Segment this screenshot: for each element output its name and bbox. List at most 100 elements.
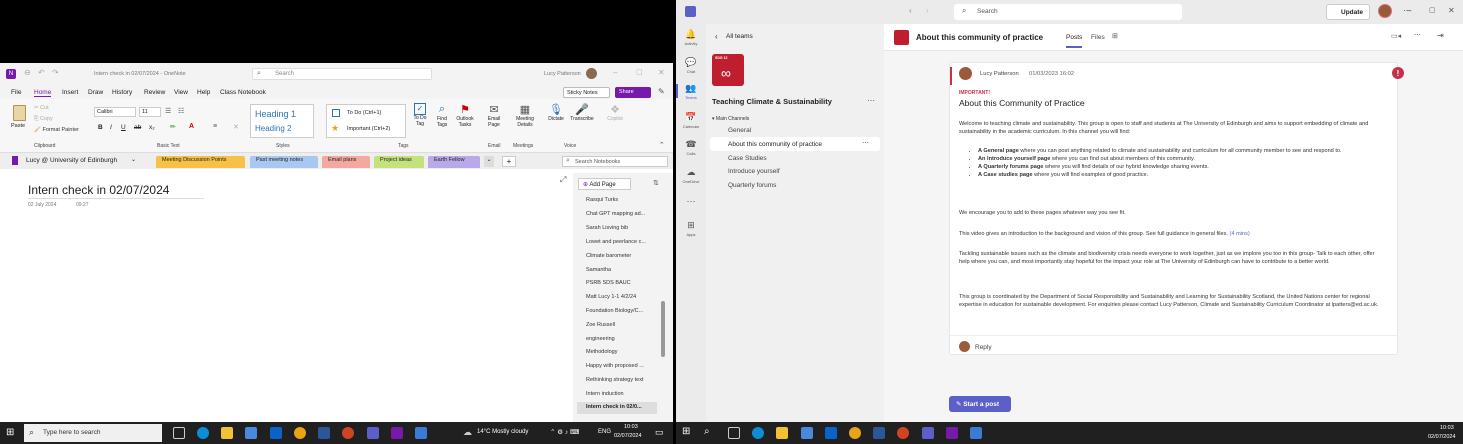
channel-more-icon[interactable]: ⋯	[862, 139, 869, 147]
clear-format-icon[interactable]: ✕	[233, 123, 239, 131]
maximize-icon[interactable]: ▢	[636, 68, 643, 76]
font-size-box[interactable]: 11	[139, 107, 161, 117]
email-page-button[interactable]: ✉ Email Page	[483, 103, 505, 128]
rail-onedrive[interactable]: ☁ OneDrive	[676, 167, 706, 184]
powerpoint-icon[interactable]	[342, 427, 354, 439]
taskbar-search-box[interactable]: ⌕ Type here to search	[24, 424, 162, 442]
list-item[interactable]: Intern induction	[586, 391, 651, 397]
expand-pane-icon[interactable]: ⇥	[1437, 31, 1444, 40]
format-painter-button[interactable]: 🖌 Format Painter	[34, 127, 79, 133]
rail-calls[interactable]: ☎ Calls	[676, 139, 706, 156]
teams-icon[interactable]	[922, 427, 934, 439]
start-post-button[interactable]: ✎ Start a post	[949, 396, 1011, 412]
bold-icon[interactable]: B	[98, 124, 103, 131]
tray-icons[interactable]: ⌃ ⚙ ♪ ⌨	[550, 428, 579, 436]
rail-apps[interactable]: ⊞ Apps	[676, 220, 706, 237]
menu-draw[interactable]: Draw	[88, 89, 103, 96]
menu-insert[interactable]: Insert	[62, 89, 78, 96]
post-card[interactable]: Lucy Patterson 01/03/2023 16:02 IMPORTAN…	[949, 62, 1398, 355]
transcribe-button[interactable]: 🎤 Transcribe	[569, 103, 595, 122]
word-icon[interactable]	[873, 427, 885, 439]
nav-forward-icon[interactable]: ›	[926, 6, 929, 15]
rail-teams[interactable]: 👥 Teams	[676, 83, 706, 100]
task-view-icon[interactable]	[173, 427, 185, 439]
store-icon[interactable]	[245, 427, 257, 439]
list-item[interactable]: engineering	[586, 336, 651, 342]
weather-text[interactable]: 14°C Mostly cloudy	[477, 429, 528, 435]
chevron-down-icon[interactable]: ⌄	[131, 156, 136, 163]
reply-button[interactable]: Reply	[975, 344, 992, 351]
search-icon[interactable]: ⌕	[704, 426, 710, 437]
store-icon[interactable]	[801, 427, 813, 439]
teams-search-box[interactable]: ⌕ Search	[954, 4, 1182, 20]
avatar[interactable]	[1378, 4, 1392, 18]
pen-icon[interactable]: ✎	[658, 87, 665, 96]
outlook-icon[interactable]	[825, 427, 837, 439]
align-icon[interactable]: ≡	[213, 123, 217, 130]
word-icon[interactable]	[318, 427, 330, 439]
tab-posts[interactable]: Posts	[1066, 34, 1083, 48]
rail-calendar[interactable]: 📅 Calendar	[676, 112, 706, 129]
undo-icon[interactable]: ↶	[38, 68, 45, 77]
close-icon[interactable]: ✕	[658, 68, 665, 77]
subscript-icon[interactable]: x₂	[149, 124, 155, 131]
video-icon[interactable]: ▭◂	[1391, 32, 1401, 40]
numbering-icon[interactable]: ☷	[178, 107, 184, 115]
clock-time[interactable]: 10:03	[624, 424, 638, 430]
all-teams-link[interactable]: All teams	[726, 33, 753, 40]
channel-introduce[interactable]: Introduce yourself	[728, 168, 780, 175]
page-title[interactable]: Intern check in 02/07/2024	[28, 183, 169, 197]
styles-gallery[interactable]: Heading 1 Heading 2	[250, 104, 314, 138]
chrome-icon[interactable]	[294, 427, 306, 439]
section-tab-earth-fellow[interactable]: Earth Fellow	[428, 156, 480, 168]
paste-label[interactable]: Paste	[11, 123, 25, 129]
edge-icon[interactable]	[197, 427, 209, 439]
clock-date[interactable]: 02/07/2024	[614, 433, 642, 439]
notebook-name[interactable]: Lucy @ University of Edinburgh	[26, 157, 117, 164]
menu-history[interactable]: History	[112, 89, 132, 96]
paste-icon[interactable]	[13, 105, 26, 121]
avatar[interactable]	[959, 67, 972, 80]
language-indicator[interactable]: ENG	[598, 429, 611, 435]
sort-icon[interactable]: ⇅	[653, 179, 659, 187]
find-tags-button[interactable]: ⌕ Find Tags	[433, 103, 451, 128]
menu-help[interactable]: Help	[197, 89, 210, 96]
menu-class-notebook[interactable]: Class Notebook	[220, 89, 266, 96]
list-item[interactable]: PSRB SDS BAUC	[586, 280, 651, 286]
video-link[interactable]: (4 mins)	[1230, 231, 1250, 237]
minimize-icon[interactable]: –	[613, 68, 617, 77]
notification-icon[interactable]: ▭	[655, 427, 664, 438]
todo-tag-button[interactable]: ✓ To Do Tag	[411, 103, 429, 127]
list-item[interactable]: Chat GPT mapping ad...	[586, 211, 651, 217]
section-tab-meeting-discussion[interactable]: Meeting Discussion Points	[156, 156, 245, 168]
menu-view[interactable]: View	[174, 89, 188, 96]
search-notebooks-box[interactable]: ⌕ Search Notebooks	[562, 156, 668, 167]
team-more-icon[interactable]: ⋯	[867, 96, 875, 105]
sticky-notes-button[interactable]: Sticky Notes	[563, 87, 610, 98]
clock-time[interactable]: 10:03	[1440, 425, 1454, 431]
chrome-icon[interactable]	[849, 427, 861, 439]
strikethrough-icon[interactable]: ab	[134, 124, 141, 131]
maximize-icon[interactable]: ▢	[1429, 6, 1436, 14]
app-icon[interactable]	[970, 427, 982, 439]
list-item[interactable]: Methodology	[586, 349, 651, 355]
outlook-tasks-button[interactable]: ⚑ Outlook Tasks	[454, 103, 476, 128]
menu-file[interactable]: File	[11, 89, 21, 96]
rail-more[interactable]: ⋯	[676, 196, 706, 208]
style-heading-2[interactable]: Heading 2	[255, 124, 291, 133]
onenote-icon[interactable]	[391, 427, 403, 439]
redo-icon[interactable]: ↷	[52, 68, 59, 77]
more-sections-icon[interactable]: ⌄	[484, 156, 494, 167]
expand-icon[interactable]: ⤢	[560, 175, 566, 185]
close-icon[interactable]: ✕	[1448, 6, 1455, 15]
channel-quarterly[interactable]: Quarterly forums	[728, 182, 776, 189]
add-section-icon[interactable]: +	[502, 156, 516, 167]
rail-activity[interactable]: 🔔 Activity	[676, 29, 706, 46]
list-item[interactable]: Foundation Biology/C...	[586, 308, 651, 314]
font-color-icon[interactable]: A	[189, 123, 194, 130]
section-tab-project-ideas[interactable]: Project ideas	[374, 156, 424, 168]
channel-case-studies[interactable]: Case Studies	[728, 155, 767, 162]
powerpoint-icon[interactable]	[897, 427, 909, 439]
menu-home[interactable]: Home	[34, 89, 52, 97]
list-item[interactable]: Climate barometer	[586, 253, 651, 259]
